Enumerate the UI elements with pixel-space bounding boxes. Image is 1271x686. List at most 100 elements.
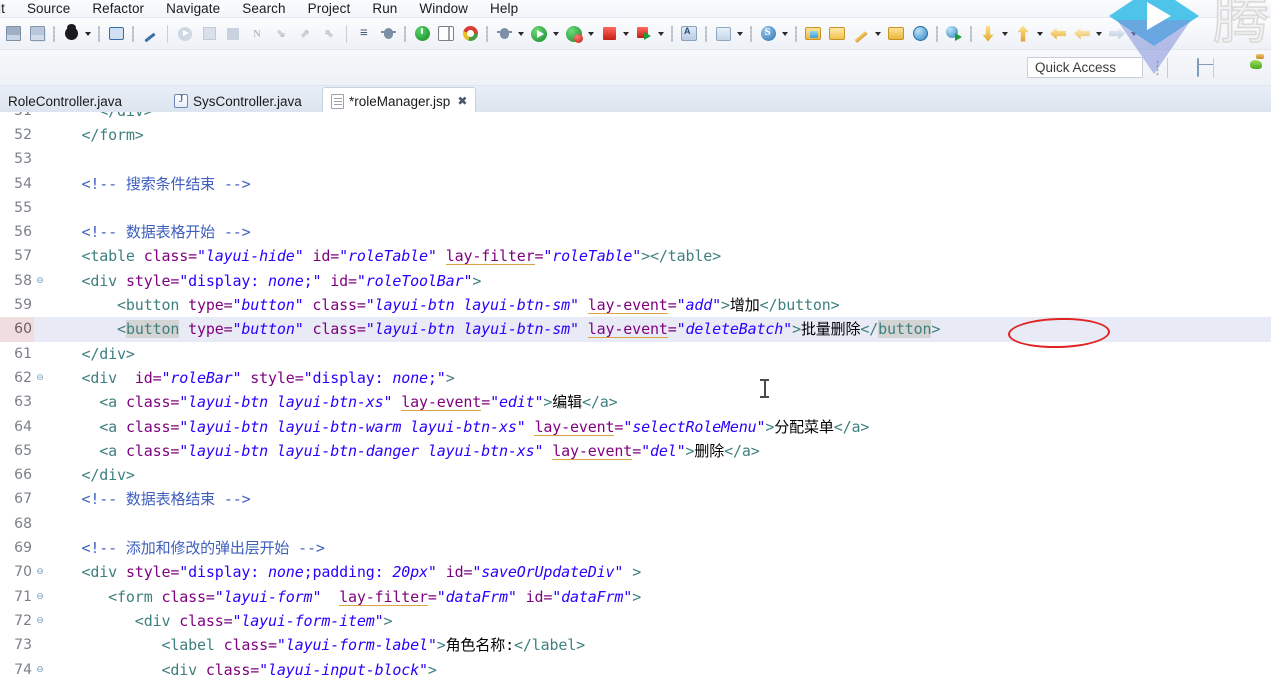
code-line[interactable]: 65 <a class="layui-btn layui-btn-danger … — [0, 439, 1271, 463]
menu-item-refactor[interactable]: Refactor — [81, 0, 155, 18]
code-line[interactable]: 58 ⊖ <div style="display: none;" id="rol… — [0, 269, 1271, 293]
publish-dropdown-arrow[interactable] — [656, 24, 665, 44]
history-dropdown-arrow[interactable] — [1094, 24, 1103, 44]
wand-icon[interactable] — [139, 23, 161, 45]
package-explorer-icon[interactable] — [712, 23, 734, 45]
coverage-dropdown-arrow[interactable] — [586, 24, 595, 44]
code-line-highlighted[interactable]: 60 <button type="button" class="layui-bt… — [0, 317, 1271, 342]
globe-publish-icon[interactable] — [943, 23, 965, 45]
download-dropdown-arrow[interactable] — [1000, 24, 1009, 44]
pencil-icon[interactable] — [850, 23, 872, 45]
menu-item-run[interactable]: Run — [361, 0, 408, 18]
forward-arrow-icon[interactable] — [1071, 23, 1093, 45]
toolbar-drag-handle[interactable] — [970, 25, 972, 42]
code-line[interactable]: 57 <table class="layui-hide" id="roleTab… — [0, 244, 1271, 268]
svn-icon[interactable] — [757, 23, 779, 45]
nav-back-icon[interactable] — [1106, 23, 1128, 45]
new-folder-image-icon[interactable] — [802, 23, 824, 45]
menu-item-source[interactable]: Source — [16, 0, 81, 18]
code-line[interactable]: 53 — [0, 147, 1271, 171]
chrome-browser-icon[interactable] — [459, 23, 481, 45]
package-dropdown-arrow[interactable] — [735, 24, 744, 44]
menu-item-project[interactable]: Project — [297, 0, 362, 18]
fold-marker[interactable]: ⊖ — [34, 366, 46, 390]
toolbar-drag-handle[interactable] — [132, 25, 134, 42]
download-arrow-icon[interactable] — [977, 23, 999, 45]
close-icon[interactable]: ✖ — [457, 94, 467, 108]
fold-marker[interactable]: ⊖ — [34, 560, 46, 584]
back-arrow-icon[interactable] — [1047, 23, 1069, 45]
menu-item-navigate[interactable]: Navigate — [155, 0, 231, 18]
tab-rolecontroller-java[interactable]: RoleController.java — [0, 88, 130, 114]
tab-syscontroller-java[interactable]: SysController.java — [166, 88, 310, 114]
code-line[interactable]: 74 ⊖ <div class="layui-input-block"> — [0, 658, 1271, 682]
run-coverage-icon[interactable] — [563, 23, 585, 45]
person-dropdown-arrow[interactable] — [83, 24, 92, 44]
debug-dropdown-arrow[interactable] — [516, 24, 525, 44]
code-line[interactable]: 72 ⊖ <div class="layui-form-item"> — [0, 609, 1271, 633]
fold-marker[interactable]: ⊖ — [34, 609, 46, 633]
code-line[interactable]: 66 </div> — [0, 463, 1271, 487]
code-line[interactable]: 59 <button type="button" class="layui-bt… — [0, 293, 1271, 317]
nav-dropdown-arrow[interactable] — [1129, 24, 1138, 44]
svn-dropdown-arrow[interactable] — [780, 24, 789, 44]
person-icon[interactable] — [60, 23, 82, 45]
perspective-icon[interactable] — [435, 23, 457, 45]
quick-access-drag-handle[interactable] — [1156, 60, 1159, 76]
menu-item-search[interactable]: Search — [231, 0, 296, 18]
code-line[interactable]: 56 <!-- 数据表格开始 --> — [0, 220, 1271, 244]
pencil-dropdown-arrow[interactable] — [873, 24, 882, 44]
code-line[interactable]: 52 </form> — [0, 123, 1271, 147]
publish-icon[interactable] — [633, 23, 655, 45]
code-line[interactable]: 54 <!-- 搜索条件结束 --> — [0, 172, 1271, 196]
code-line[interactable]: 62 ⊖ <div id="roleBar" style="display: n… — [0, 366, 1271, 390]
code-line[interactable]: 64 <a class="layui-btn layui-btn-warm la… — [0, 415, 1271, 439]
menu-item-window[interactable]: Window — [408, 0, 479, 18]
upload-arrow-icon[interactable] — [1012, 23, 1034, 45]
upload-dropdown-arrow[interactable] — [1035, 24, 1044, 44]
code-line[interactable]: 73 <label class="layui-form-label">角色名称:… — [0, 633, 1271, 657]
code-line[interactable]: 71 ⊖ <form class="layui-form" lay-filter… — [0, 585, 1271, 609]
stop-dropdown-arrow[interactable] — [621, 24, 630, 44]
run-green-icon[interactable] — [528, 23, 550, 45]
grid-layout-icon[interactable] — [1197, 58, 1199, 77]
fold-marker[interactable]: ⊖ — [34, 585, 46, 609]
menu-item-help[interactable]: Help — [479, 0, 529, 18]
toolbar-drag-handle[interactable] — [486, 25, 488, 42]
toolbar-drag-handle[interactable] — [795, 25, 797, 42]
run-dropdown-arrow[interactable] — [551, 24, 560, 44]
code-line[interactable]: 61 </div> — [0, 342, 1271, 366]
toolbar-drag-handle[interactable] — [936, 25, 938, 42]
open-type-icon[interactable]: ≡ — [353, 23, 375, 45]
code-editor[interactable]: 51 </div> 52 </form> 53 54 — [0, 112, 1271, 686]
save-all-icon[interactable] — [26, 23, 48, 45]
code-line[interactable]: 55 — [0, 196, 1271, 220]
code-line[interactable]: 70 ⊖ <div style="display: none;padding: … — [0, 560, 1271, 584]
code-line[interactable]: 51 </div> — [0, 112, 1271, 123]
save-icon[interactable] — [2, 23, 24, 45]
tab-rolemanager-jsp[interactable]: *roleManager.jsp ✖ — [322, 87, 477, 114]
folder-dot-icon[interactable] — [885, 23, 907, 45]
code-line[interactable]: 63 <a class="layui-btn layui-btn-xs" lay… — [0, 390, 1271, 414]
open-folder-icon[interactable] — [826, 23, 848, 45]
debug-icon[interactable] — [493, 23, 515, 45]
ant-build-icon[interactable] — [678, 23, 700, 45]
toolbar-drag-handle[interactable] — [705, 25, 707, 42]
toolbar-drag-handle[interactable] — [98, 25, 100, 42]
open-task-icon[interactable] — [377, 23, 399, 45]
menu-item-it[interactable]: it — [0, 0, 16, 18]
code-line[interactable]: 69 <!-- 添加和修改的弹出层开始 --> — [0, 536, 1271, 560]
quick-access-input[interactable]: Quick Access — [1027, 57, 1143, 78]
toolbar-drag-handle[interactable] — [53, 25, 55, 42]
globe-icon[interactable] — [909, 23, 931, 45]
code-lines[interactable]: 51 </div> 52 </form> 53 54 — [0, 112, 1271, 686]
monitor-icon[interactable] — [105, 23, 127, 45]
code-line[interactable]: 68 — [0, 512, 1271, 536]
fold-marker[interactable]: ⊖ — [34, 269, 46, 293]
code-line[interactable]: 67 <!-- 数据表格结束 --> — [0, 487, 1271, 511]
server-start-icon[interactable] — [411, 23, 433, 45]
stop-red-icon[interactable] — [598, 23, 620, 45]
toolbar-drag-handle[interactable] — [671, 25, 673, 42]
fold-marker[interactable]: ⊖ — [34, 658, 46, 682]
toolbar-drag-handle[interactable] — [750, 25, 752, 42]
